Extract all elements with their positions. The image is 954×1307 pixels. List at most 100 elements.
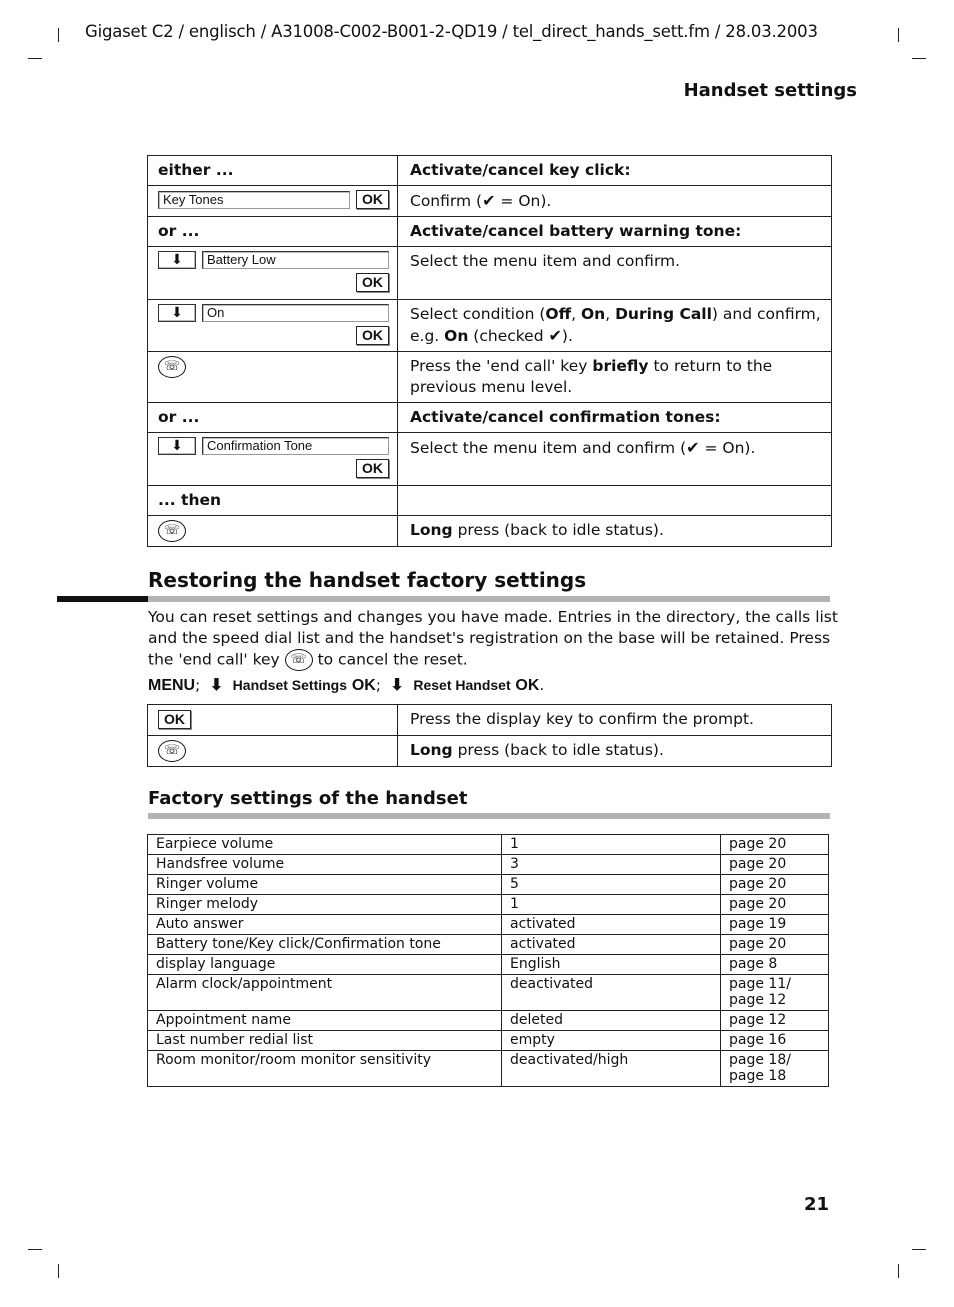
step-heading: Activate/cancel key click:: [397, 155, 832, 186]
menu-item-reset-handset[interactable]: Reset Handset: [413, 677, 510, 693]
setting-name: Handsfree volume: [147, 854, 502, 875]
table-row: Earpiece volume 1 page 20: [147, 834, 829, 855]
down-arrow-icon[interactable]: ⬇: [158, 251, 196, 269]
table-row: ... then: [147, 485, 832, 516]
setting-value: empty: [501, 1030, 721, 1051]
table-row: ⬇ Confirmation Tone OK Select the menu i…: [147, 432, 832, 486]
section-header: Handset settings: [683, 80, 857, 101]
setting-value: 1: [501, 894, 721, 915]
crop-mark: [912, 58, 926, 59]
setting-name: display language: [147, 954, 502, 975]
table-row: Alarm clock/appointment deactivated page 1…: [147, 974, 829, 1011]
table-row: Auto answer activated page 19: [147, 914, 829, 935]
setting-value: 5: [501, 874, 721, 895]
setting-name: Battery tone/Key click/Confirmation tone: [147, 934, 502, 955]
down-arrow-icon[interactable]: ⬇: [158, 437, 196, 455]
check-icon: ✔: [482, 191, 496, 210]
step-description: Press the 'end call' key briefly to retu…: [397, 351, 832, 403]
crop-mark: [58, 1264, 59, 1278]
page-reference: page 20: [720, 934, 829, 955]
ok-key[interactable]: OK: [356, 273, 389, 292]
end-call-icon[interactable]: ☏: [158, 740, 186, 762]
page-number: 21: [803, 1194, 829, 1215]
page-reference: page 16: [720, 1030, 829, 1051]
crop-mark: [28, 1249, 42, 1250]
end-call-icon[interactable]: ☏: [158, 356, 186, 378]
document-meta-header: Gigaset C2 / englisch / A31008-C002-B001…: [85, 22, 818, 41]
step-heading: Activate/cancel confirmation tones:: [397, 402, 832, 433]
step-description: Long press (back to idle status).: [397, 735, 832, 767]
ok-key[interactable]: OK: [515, 677, 539, 694]
setting-name: Ringer volume: [147, 874, 502, 895]
menu-key[interactable]: MENU: [148, 677, 195, 694]
step-description: Select the menu item and confirm (✔ = On…: [397, 432, 832, 486]
step-description: Press the display key to confirm the pro…: [397, 704, 832, 736]
check-icon: ✔: [548, 326, 562, 345]
ok-key[interactable]: OK: [352, 677, 376, 694]
setting-value: activated: [501, 914, 721, 935]
setting-name: Earpiece volume: [147, 834, 502, 855]
restore-paragraph: You can reset settings and changes you h…: [148, 607, 838, 671]
factory-settings-table: Earpiece volume 1 page 20 Handsfree volume 3…: [147, 834, 829, 1087]
display-on[interactable]: On: [202, 304, 389, 322]
down-arrow-icon: ⬇: [209, 677, 224, 694]
ok-key[interactable]: OK: [356, 190, 389, 209]
display-key-tones[interactable]: Key Tones: [158, 190, 350, 209]
ok-key[interactable]: OK: [356, 326, 389, 345]
step-description: Select the menu item and confirm.: [397, 246, 832, 300]
step-label: ... then: [147, 485, 398, 516]
heading-rule: [148, 596, 830, 602]
page-reference: page 18/page 18: [720, 1050, 829, 1087]
heading-rule: [57, 596, 148, 602]
crop-mark: [898, 1264, 899, 1278]
heading-rule: [148, 813, 830, 819]
page-reference: page 20: [720, 834, 829, 855]
down-arrow-icon: ⬇: [390, 677, 404, 694]
setting-value: activated: [501, 934, 721, 955]
setting-value: 1: [501, 834, 721, 855]
page-reference: page 20: [720, 854, 829, 875]
table-row: Key Tones OK Confirm (✔ = On).: [147, 185, 832, 217]
ok-key[interactable]: OK: [356, 459, 389, 478]
display-battery-low[interactable]: Battery Low: [202, 251, 389, 269]
table-row: Battery tone/Key click/Confirmation tone…: [147, 934, 829, 955]
page-reference: page 8: [720, 954, 829, 975]
step-description: Select condition (Off, On, During Call) …: [397, 299, 832, 352]
table-row: either ... Activate/cancel key click:: [147, 155, 832, 186]
table-row: display language English page 8: [147, 954, 829, 975]
table-row: or ... Activate/cancel battery warning t…: [147, 216, 832, 247]
crop-mark: [28, 58, 42, 59]
down-arrow-icon[interactable]: ⬇: [158, 304, 196, 322]
table-row: ⬇ Battery Low OK Select the menu item an…: [147, 246, 832, 300]
section-title-factory: Factory settings of the handset: [148, 788, 468, 809]
crop-mark: [58, 28, 59, 42]
table-row: Ringer melody 1 page 20: [147, 894, 829, 915]
display-confirmation-tone[interactable]: Confirmation Tone: [202, 437, 389, 455]
step-label: or ...: [147, 216, 398, 247]
section-title-restore: Restoring the handset factory settings: [148, 568, 587, 592]
table-row: Room monitor/room monitor sensitivity dea…: [147, 1050, 829, 1087]
setting-name: Ringer melody: [147, 894, 502, 915]
end-call-icon: ☏: [284, 649, 313, 671]
table-row: ☏ Long press (back to idle status).: [147, 735, 832, 767]
page-reference: page 19: [720, 914, 829, 935]
crop-mark: [898, 28, 899, 42]
table-row: ☏ Long press (back to idle status).: [147, 515, 832, 547]
setting-value: 3: [501, 854, 721, 875]
restore-steps-table: OK Press the display key to confirm the …: [147, 704, 832, 767]
menu-item-handset-settings[interactable]: Handset Settings: [233, 677, 347, 693]
setting-value: deactivated: [501, 974, 721, 1011]
table-row: Ringer volume 5 page 20: [147, 874, 829, 895]
setting-name: Last number redial list: [147, 1030, 502, 1051]
ok-key[interactable]: OK: [158, 710, 191, 729]
table-row: Handsfree volume 3 page 20: [147, 854, 829, 875]
setting-name: Auto answer: [147, 914, 502, 935]
step-description: Long press (back to idle status).: [397, 515, 832, 547]
setting-value: deactivated/high: [501, 1050, 721, 1087]
table-row: Last number redial list empty page 16: [147, 1030, 829, 1051]
table-row: or ... Activate/cancel confirmation tone…: [147, 402, 832, 433]
page-reference: page 11/page 12: [720, 974, 829, 1011]
menu-path: MENU; ⬇ Handset Settings OK; ⬇ Reset Han…: [148, 676, 545, 694]
end-call-icon[interactable]: ☏: [158, 520, 186, 542]
step-label: or ...: [147, 402, 398, 433]
